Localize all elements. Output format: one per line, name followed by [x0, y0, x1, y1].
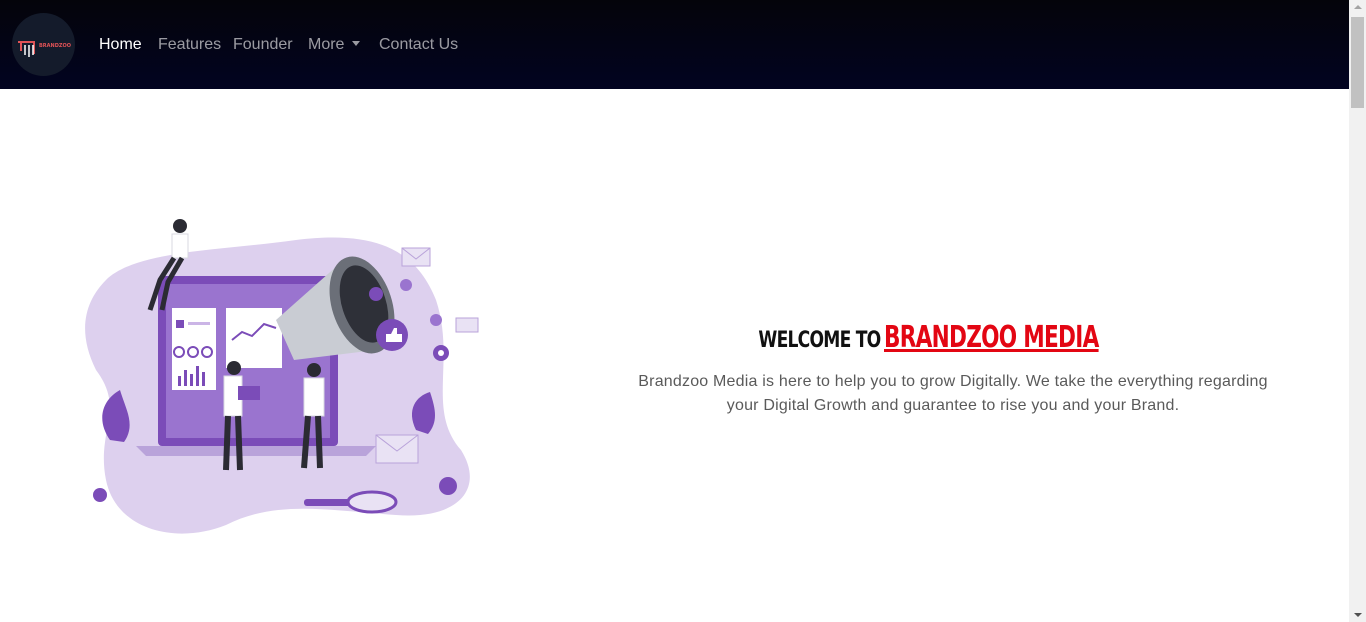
welcome-prefix: Welcome to — [757, 328, 881, 353]
scroll-down-arrow-icon[interactable] — [1354, 613, 1362, 617]
brand-logo[interactable]: BRANDZOO — [12, 13, 75, 76]
nav-link-founder[interactable]: Founder — [233, 33, 293, 57]
nav-link-more-label: More — [308, 36, 345, 53]
hero-description: Brandzoo Media is here to help you to gr… — [638, 373, 1268, 414]
caret-down-icon — [352, 41, 361, 46]
scrollbar-thumb[interactable] — [1351, 17, 1364, 108]
nav-link-home[interactable]: Home — [99, 33, 142, 57]
vertical-scrollbar[interactable] — [1349, 0, 1366, 622]
brand-name-link[interactable]: BRANDZOO MEDIA — [884, 320, 1099, 355]
hero-heading: Welcome to BRANDZOO MEDIA — [630, 320, 1276, 355]
navbar: BRANDZOO Home Features Founder More Cont… — [0, 0, 1349, 89]
logo-wordmark: BRANDZOO — [39, 43, 71, 49]
nav-link-more-dropdown[interactable]: More — [308, 33, 361, 57]
nav-link-contact-us[interactable]: Contact Us — [379, 33, 458, 57]
scroll-up-arrow-icon[interactable] — [1354, 5, 1362, 9]
hero-illustration — [76, 210, 482, 540]
nav-link-features[interactable]: Features — [158, 33, 221, 57]
